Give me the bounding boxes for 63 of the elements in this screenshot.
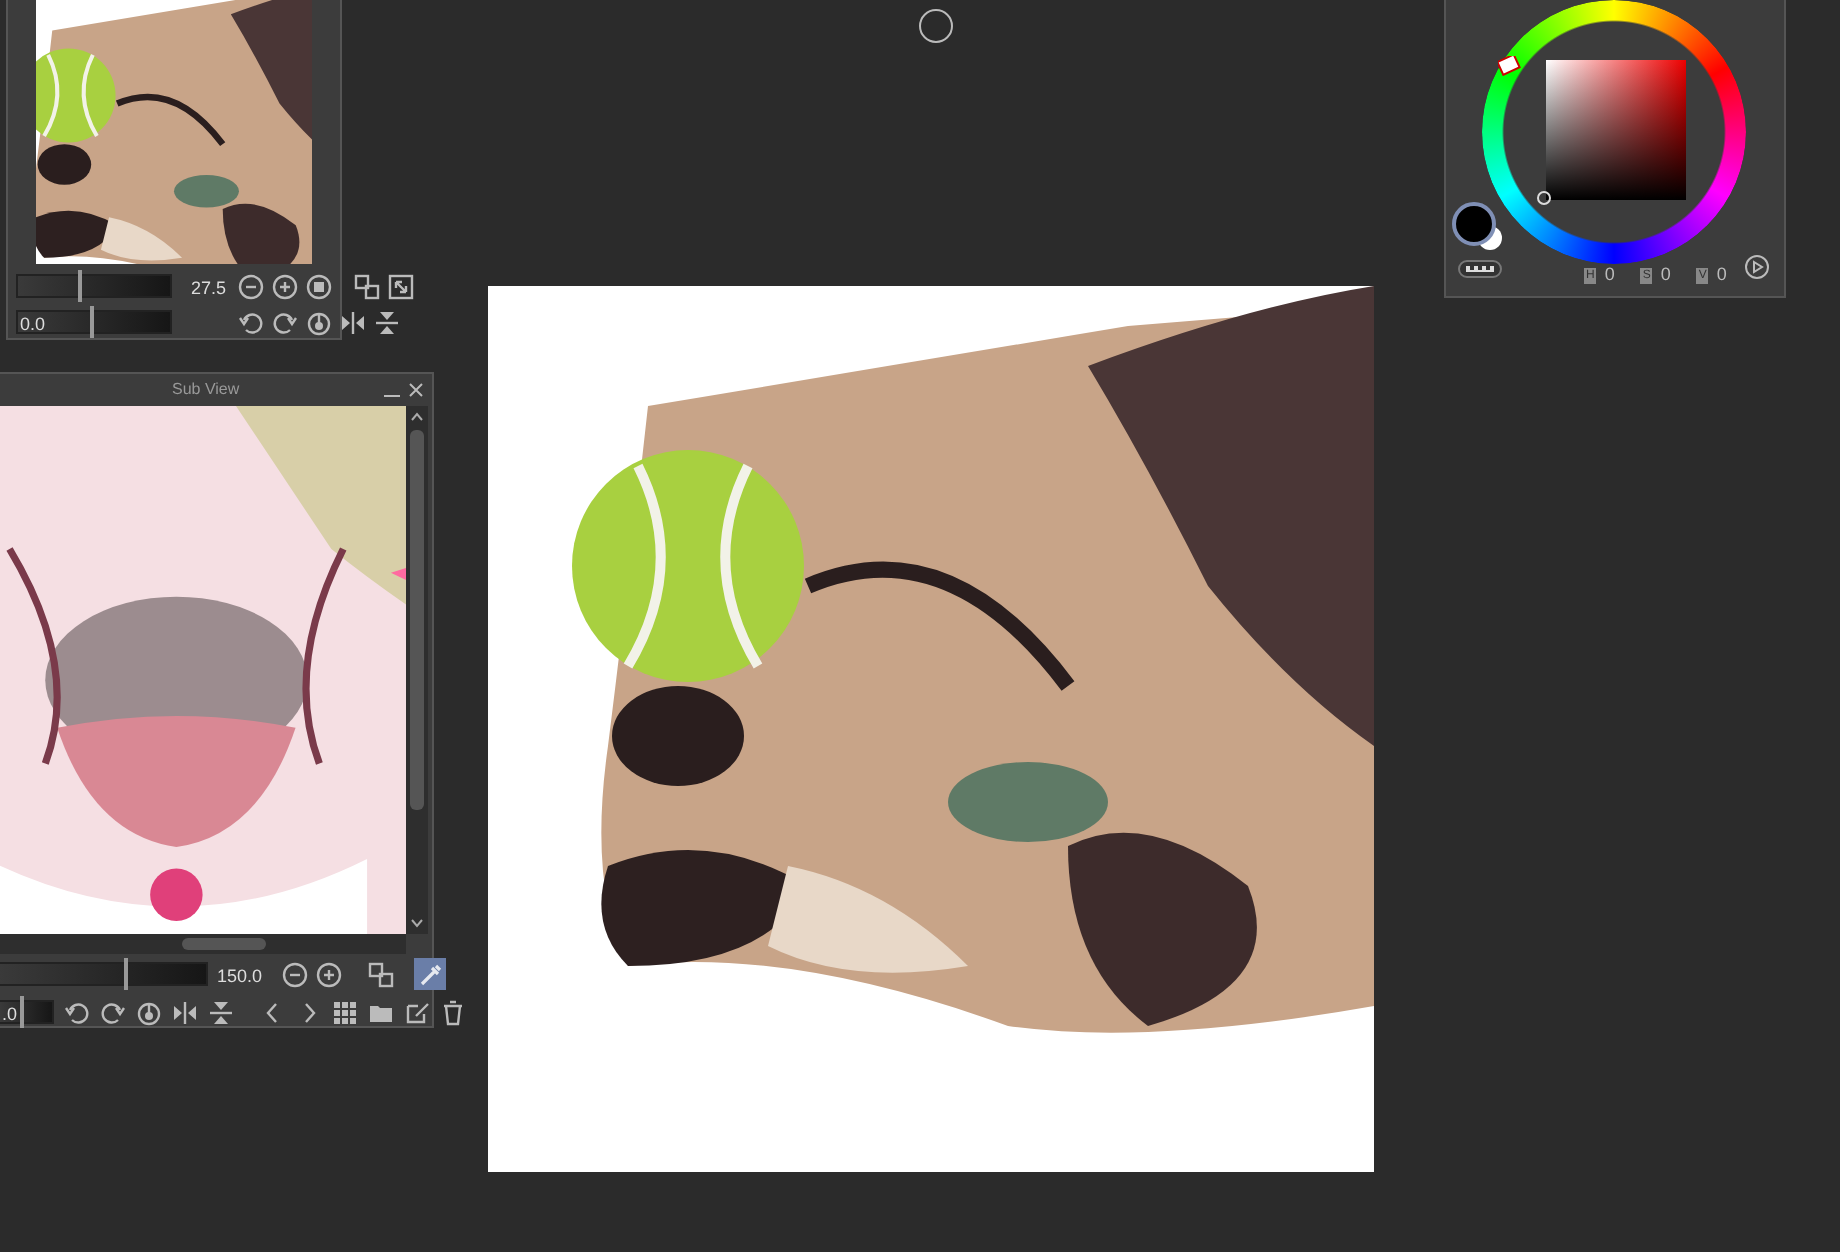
color-marker[interactable] [1498, 56, 1522, 76]
slider[interactable]: 0.0 [16, 310, 172, 334]
channel-value: 0 [1716, 262, 1727, 288]
flip-horizontal-icon [171, 999, 197, 1025]
zoom-in-icon [315, 961, 341, 987]
windows-icon [353, 273, 379, 299]
expand-button[interactable] [386, 272, 414, 300]
close-icon[interactable] [408, 381, 424, 397]
slider-value: 0.0 [20, 312, 46, 336]
slider-value: 27.5 [190, 276, 226, 300]
rotate-left-icon [237, 309, 263, 335]
channel-value: 0 [1604, 262, 1615, 288]
channel-value: 0 [1660, 262, 1671, 288]
eyedropper-icon [417, 961, 443, 987]
rotate-left-icon [63, 999, 89, 1025]
main-color-swatch[interactable] [1452, 202, 1504, 254]
slider[interactable]: .0 [0, 1000, 54, 1024]
rotate-right-button[interactable] [270, 308, 298, 336]
flip-vertical-button[interactable] [206, 998, 234, 1026]
zoom-in-button[interactable] [314, 960, 342, 988]
fit-icon [305, 273, 331, 299]
expand-icon [387, 273, 413, 299]
fit-button[interactable] [304, 272, 332, 300]
grid-button[interactable] [330, 998, 358, 1026]
trash-icon [439, 999, 465, 1025]
windows-button[interactable] [366, 960, 394, 988]
reset-rotation-button[interactable] [134, 998, 162, 1026]
rotate-right-button[interactable] [98, 998, 126, 1026]
flip-horizontal-icon [339, 309, 365, 335]
flip-horizontal-button[interactable] [170, 998, 198, 1026]
grid-icon [331, 999, 357, 1025]
edit-icon [403, 999, 429, 1025]
slider-value: 150.0 [216, 964, 262, 988]
transparent-color-icon[interactable] [1458, 260, 1502, 278]
brush-cursor [918, 8, 954, 44]
flip-vertical-icon [207, 999, 233, 1025]
panel-title: Sub View [172, 377, 240, 401]
slider-value: .0 [2, 1002, 18, 1026]
saturation-value-square[interactable] [1546, 60, 1686, 200]
vertical-scrollbar[interactable] [406, 406, 428, 934]
flip-horizontal-button[interactable] [338, 308, 366, 336]
edit-button[interactable] [402, 998, 430, 1026]
play-icon[interactable] [1744, 254, 1770, 280]
zoom-out-icon [237, 273, 263, 299]
rotate-right-icon [271, 309, 297, 335]
zoom-out-button[interactable] [236, 272, 264, 300]
flip-vertical-button[interactable] [372, 308, 400, 336]
zoom-out-icon [281, 961, 307, 987]
flip-vertical-icon [373, 309, 399, 335]
rotate-left-button[interactable] [236, 308, 264, 336]
eyedropper-button[interactable] [414, 958, 446, 990]
windows-icon [367, 961, 393, 987]
rotate-left-button[interactable] [62, 998, 90, 1026]
trash-button[interactable] [438, 998, 466, 1026]
zoom-in-icon [271, 273, 297, 299]
rotate-right-icon [99, 999, 125, 1025]
reset-rotation-button[interactable] [304, 308, 332, 336]
horizontal-scrollbar[interactable] [0, 934, 406, 954]
windows-button[interactable] [352, 272, 380, 300]
reset-rotation-icon [135, 999, 161, 1025]
zoom-out-button[interactable] [280, 960, 308, 988]
zoom-in-button[interactable] [270, 272, 298, 300]
reset-rotation-icon [305, 309, 331, 335]
